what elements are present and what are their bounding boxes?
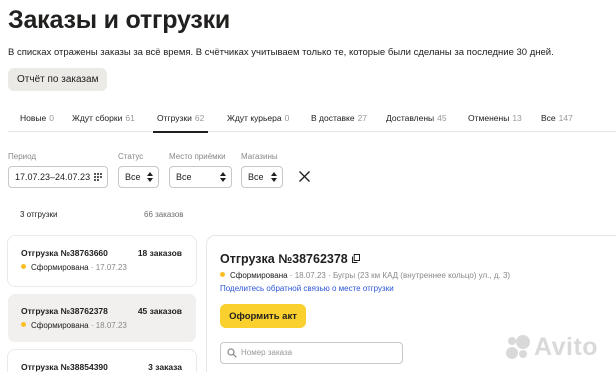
period-date-picker[interactable]: 17.07.23–24.07.23 — [8, 166, 108, 188]
tab-awaiting-assembly[interactable]: Ждут сборки 61 — [72, 113, 135, 123]
page-subtitle: В списках отражены заказы за всё время. … — [8, 47, 554, 58]
shipment-status: Сформирована · 17.07.23 — [21, 263, 127, 272]
status-tabs: Новые 0 Ждут сборки 61 Отгрузки 62 Ждут кур… — [8, 108, 616, 133]
calendar-icon — [94, 173, 102, 181]
status-select[interactable]: Все — [118, 166, 159, 188]
status-select-value: Все — [125, 172, 141, 182]
status-dot-icon — [220, 272, 225, 277]
stores-select[interactable]: Все — [241, 166, 283, 188]
tab-all[interactable]: Все 147 — [541, 113, 573, 123]
shipment-number: Отгрузка №38762378 — [21, 306, 108, 316]
create-act-button[interactable]: Оформить акт — [220, 304, 306, 328]
shipment-card[interactable]: Отгрузка №38854390 3 заказа — [8, 350, 196, 372]
detail-title: Отгрузка №38762378 — [220, 252, 360, 266]
shipment-orders: 18 заказов — [137, 248, 182, 258]
stores-filter-label: Магазины — [241, 152, 278, 161]
period-value: 17.07.23–24.07.23 — [15, 172, 91, 182]
orders-report-button[interactable]: Отчёт по заказам — [8, 68, 108, 91]
sort-arrows-icon — [147, 172, 153, 182]
clear-filters-icon[interactable] — [298, 170, 311, 183]
status-filter-label: Статус — [118, 152, 144, 161]
place-select-value: Все — [176, 172, 192, 182]
shipment-orders: 45 заказов — [137, 306, 182, 316]
sort-arrows-icon — [271, 172, 277, 182]
orders-count: 66 заказов — [144, 210, 184, 219]
shipment-card-selected[interactable]: Отгрузка №38762378 45 заказов Сформирова… — [8, 294, 196, 342]
search-placeholder: Номер заказа — [241, 348, 293, 357]
tab-cancelled[interactable]: Отменены 13 — [468, 113, 522, 123]
stores-select-value: Все — [248, 172, 264, 182]
period-label: Период — [8, 152, 37, 161]
shipments-count: 3 отгрузки — [20, 210, 58, 219]
sort-arrows-icon — [220, 172, 226, 182]
shipment-card[interactable]: Отгрузка №38763660 18 заказов Сформирова… — [8, 236, 196, 286]
tab-in-delivery[interactable]: В доставке 27 — [311, 113, 367, 123]
shipment-orders: 3 заказа — [148, 362, 182, 372]
feedback-link[interactable]: Поделитесь обратной связью о месте отгру… — [220, 284, 394, 293]
copy-icon[interactable] — [351, 254, 360, 263]
status-dot-icon — [21, 264, 26, 269]
tab-new[interactable]: Новые 0 — [20, 113, 54, 123]
page-title: Заказы и отгрузки — [8, 6, 231, 34]
shipment-number: Отгрузка №38854390 — [21, 362, 108, 372]
detail-status: Сформирована · 18.07.23 · Бугры (23 км К… — [220, 271, 510, 280]
shipment-number: Отгрузка №38763660 — [21, 248, 108, 258]
tab-delivered[interactable]: Доставлены 45 — [386, 113, 447, 123]
avito-logo-icon — [506, 335, 530, 359]
place-select[interactable]: Все — [169, 166, 232, 188]
order-number-search[interactable]: Номер заказа — [220, 342, 403, 364]
avito-watermark: Avito — [506, 333, 598, 362]
tab-shipments[interactable]: Отгрузки 62 — [152, 113, 209, 133]
status-dot-icon — [21, 322, 26, 327]
search-icon — [227, 348, 237, 358]
tab-awaiting-courier[interactable]: Ждут курьера 0 — [227, 113, 289, 123]
shipment-status: Сформирована · 18.07.23 — [21, 321, 127, 330]
place-filter-label: Место приёмки — [169, 152, 226, 161]
